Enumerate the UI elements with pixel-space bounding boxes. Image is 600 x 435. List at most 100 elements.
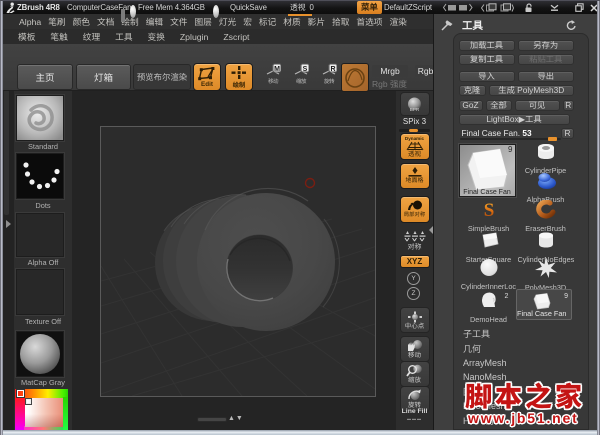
titlebar-persp-slider[interactable]: 透视 0 [288,1,314,16]
menu-stroke[interactable]: 笔触 [50,30,67,43]
quicksave-button[interactable]: QuickSave [230,1,267,14]
left-tray-scrollbar[interactable] [4,90,9,215]
tool-item[interactable]: CylinderInnerLoc [461,258,517,291]
tool-restore-button[interactable]: R [561,128,574,139]
canvas-area[interactable]: ▲▼ [72,91,396,430]
scene-3d-model[interactable] [72,91,396,430]
goz-visible-button[interactable]: 可见 [514,99,560,111]
xyz-axis-button[interactable]: XYZ [399,255,430,268]
menu-brush[interactable]: 笔刷 [48,15,65,28]
section-hdgeometry[interactable]: HD几何体 [463,414,507,429]
menu-stencil[interactable]: 模板 [18,30,35,43]
export-button[interactable]: 导出 [517,70,574,82]
move-button[interactable]: M 移动 [262,63,284,91]
spix-slider-handle[interactable] [409,129,418,132]
goz-r-button[interactable]: R [562,99,574,111]
current-stroke-thumbnail[interactable] [16,153,64,199]
tool-item-selected[interactable]: 9 Final Case Fan [516,289,572,320]
mrgb-button[interactable]: Mrgb [372,64,408,77]
goz-button[interactable]: GoZ [458,99,483,111]
tool-item[interactable]: S SimpleBrush [461,200,517,233]
minimize-button[interactable] [550,1,559,14]
zoom-canvas-button[interactable]: 缩放 [399,360,430,387]
line-fill-button[interactable]: Line Fill ▬▬▬ [396,408,433,422]
restore-button[interactable] [575,1,584,14]
menus-button[interactable]: 菜单 [357,1,382,14]
draw-button[interactable]: 绘制 [225,63,253,91]
menu-transform[interactable]: 变换 [148,30,165,43]
ui-config-prev-next-icon[interactable] [481,1,515,14]
tool-item[interactable]: AlphaBrush [518,171,574,204]
menu-macro[interactable]: 宏 [243,15,252,28]
menu-movie[interactable]: 影片 [308,15,325,28]
tool-palette-header[interactable]: 工具 [434,17,598,33]
section-arraymesh[interactable]: ArrayMesh [463,356,507,371]
tray-updown-arrows-icon[interactable]: ▲▼ [228,415,244,422]
tool-name-slider[interactable]: Final Case Fan. 53 R [459,128,574,141]
rgb-intensity-slider[interactable]: Rgb 强度 [372,78,407,90]
color-picker[interactable] [15,389,68,430]
active-brush-preview[interactable] [341,62,369,92]
spix-slider-track[interactable] [399,129,430,132]
lightbox-tool-button[interactable]: LightBox▶工具 [458,114,570,125]
left-tray-divider-arrow-icon[interactable] [6,220,11,228]
current-texture-thumbnail[interactable] [16,269,64,315]
lightbox-button[interactable]: 灯箱 [76,64,131,90]
menu-zplugin[interactable]: Zplugin [180,32,209,42]
current-brush-thumbnail[interactable] [16,95,64,141]
menu-edit[interactable]: 编辑 [146,15,163,28]
local-symmetry-button[interactable]: 局部对称 [399,195,430,223]
axis-y-toggle[interactable]: Y [407,272,420,285]
lock-icon[interactable] [524,1,534,14]
fan-hub-model[interactable] [155,187,340,331]
floor-grid-button[interactable]: 地面格 [399,162,430,189]
tool-slider-handle[interactable] [547,136,557,141]
edit-button[interactable]: Edit [193,63,221,91]
menu-color[interactable]: 颜色 [73,15,90,28]
preview-boolean-button[interactable]: 预览布尔渲染 [133,64,191,90]
menu-tool[interactable]: 工具 [115,30,132,43]
section-layers[interactable]: 图层 [463,385,507,400]
goz-all-button[interactable]: 全部 [485,99,512,111]
default-zscript-button[interactable]: DefaultZScript [384,1,432,14]
current-alpha-thumbnail[interactable] [16,213,64,257]
menu-preferences[interactable]: 首选项 [356,15,382,28]
menu-alpha[interactable]: Alpha [19,17,41,27]
axis-z-toggle[interactable]: Z [407,286,420,300]
home-button[interactable]: 主页 [17,64,73,90]
menu-light[interactable]: 灯光 [219,15,236,28]
make-polymesh3d-button[interactable]: 生成 PolyMesh3D [488,85,574,96]
tool-item[interactable]: 2 DemoHead [461,290,517,324]
save-as-button[interactable]: 另存为 [517,40,574,51]
dynamic-perspective-button[interactable]: Dynamic 透视 [399,133,430,160]
ui-layout-prev-next-icon[interactable] [443,1,475,14]
paste-tool-button[interactable]: 粘贴工具 [517,54,574,65]
reset-palette-icon[interactable] [566,20,577,31]
import-button[interactable]: 导入 [458,70,515,82]
hue-gradient-right[interactable] [63,397,68,430]
current-material-thumbnail[interactable] [16,331,64,377]
horizontal-scrollbar[interactable] [197,417,227,422]
rotate-button[interactable]: R 旋转 [318,63,340,91]
menu-marker[interactable]: 标记 [259,15,276,28]
scale-button[interactable]: S 缩放 [290,63,312,91]
menu-material[interactable]: 材质 [283,15,300,28]
tool-item[interactable]: EraserBrush [518,199,574,233]
spix-slider[interactable]: SPix 3 [396,117,433,126]
section-fibermesh[interactable]: FiberMesh [463,399,507,414]
frame-center-button[interactable]: 中心点 [399,307,430,333]
menu-picker[interactable]: 拾取 [332,15,349,28]
tool-slider-track[interactable] [459,136,561,141]
section-geometry[interactable]: 几何 [463,341,507,356]
menu-render[interactable]: 渲染 [389,15,406,28]
tool-item[interactable]: PolyMesh3D [518,258,574,292]
symmetry-indicator[interactable]: 对称 [400,231,430,252]
section-nanomesh[interactable]: NanoMesh [463,370,507,385]
bpr-render-button[interactable]: BPR [399,92,430,116]
menu-zscript[interactable]: Zscript [223,32,249,42]
section-subtool[interactable]: 子工具 [463,327,507,342]
load-tool-button[interactable]: 加载工具 [458,40,515,51]
copy-tool-button[interactable]: 复制工具 [458,54,515,65]
move-canvas-button[interactable]: 移动 [399,336,430,362]
menu-document[interactable]: 文档 [97,15,114,28]
